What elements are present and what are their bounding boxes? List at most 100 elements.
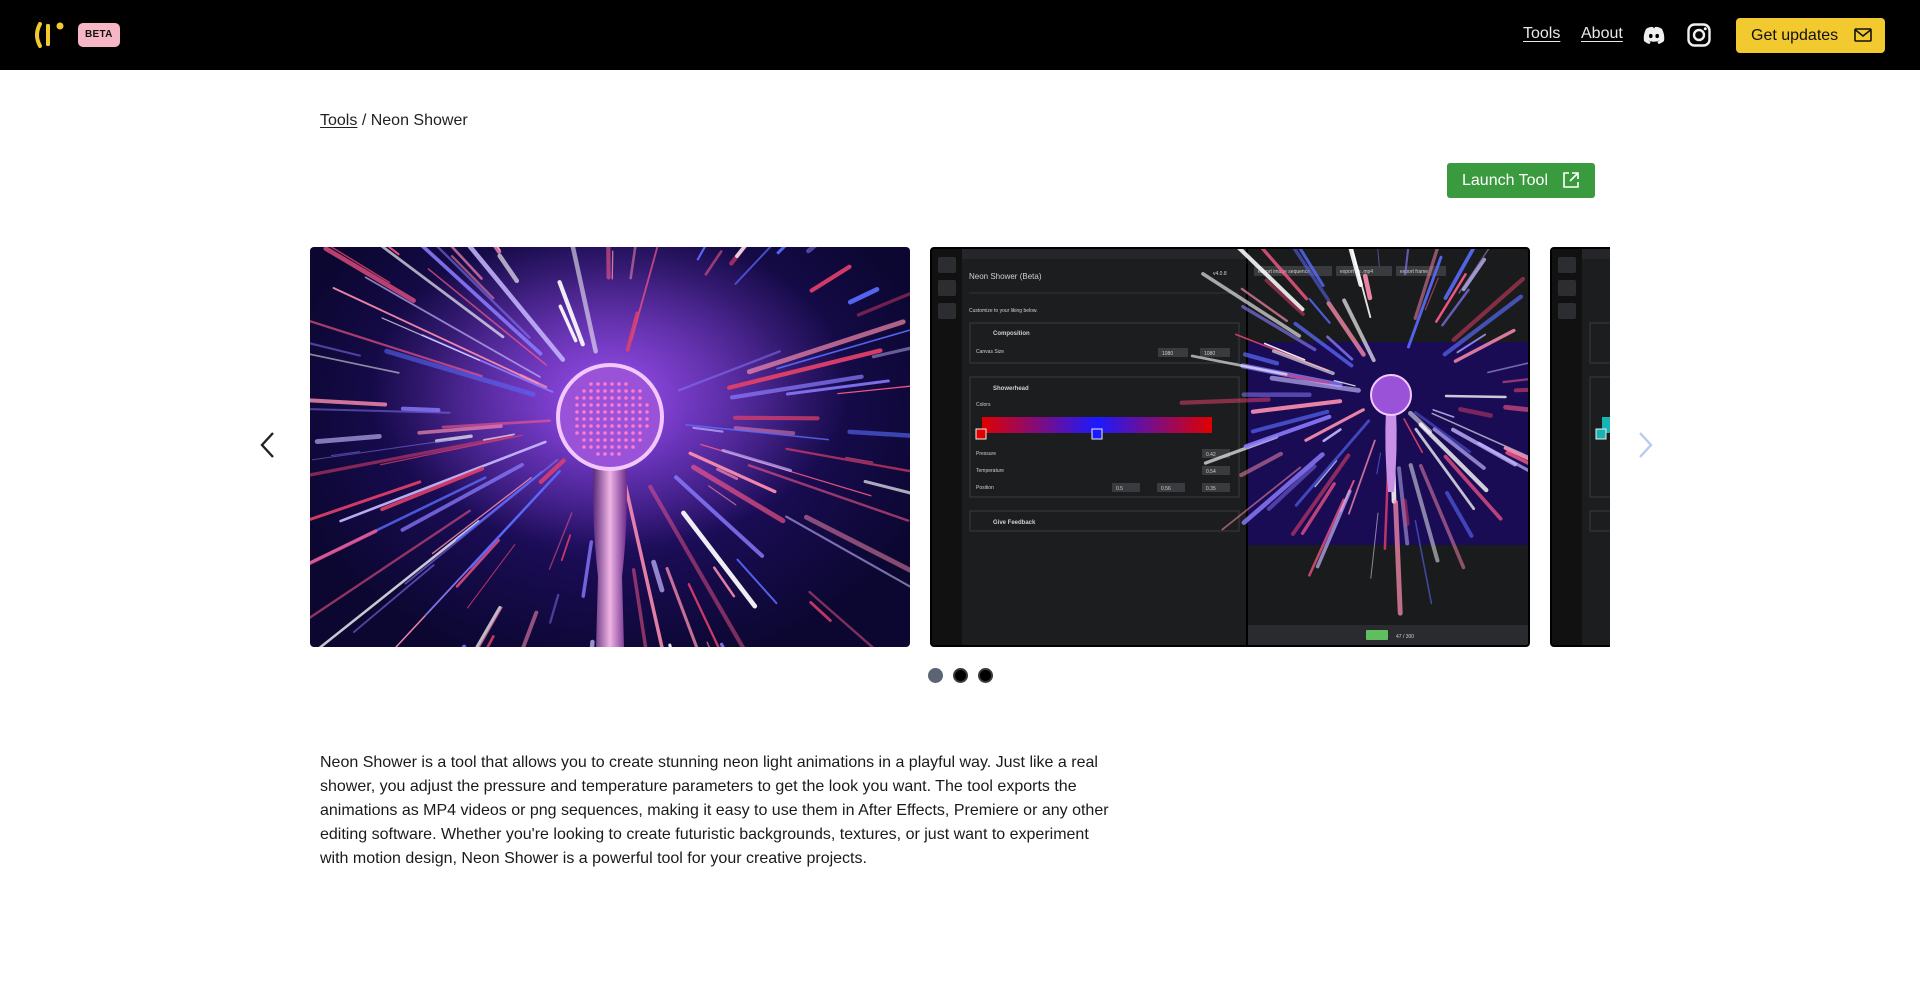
neon-ray	[1444, 394, 1507, 399]
neon-ray	[1513, 387, 1528, 393]
nozzle-dot	[610, 396, 614, 400]
mock-app-subtitle: Customize to your liking below.	[969, 308, 1038, 314]
launch-tool-button[interactable]: Launch Tool	[1447, 163, 1595, 198]
nozzle-dot	[596, 445, 600, 449]
nozzle-dot	[617, 382, 621, 386]
nozzle-dot	[575, 424, 579, 428]
nozzle-dot	[624, 403, 628, 407]
mock-position-label: Position	[976, 485, 994, 491]
nozzle-dot	[631, 438, 635, 442]
nozzle-dot	[617, 417, 621, 421]
nozzle-dot	[617, 452, 621, 456]
breadcrumb-separator: /	[361, 112, 367, 129]
nozzle-dot	[596, 389, 600, 393]
nozzle-dot	[603, 389, 607, 393]
nozzle-dot	[575, 410, 579, 414]
carousel-next-arrow-icon[interactable]	[1635, 430, 1655, 460]
nozzle-dot	[610, 403, 614, 407]
tool-description: Neon Shower is a tool that allows you to…	[320, 754, 1109, 867]
nozzle-dot	[624, 424, 628, 428]
nozzle-dot	[631, 417, 635, 421]
mock-pressure-value: 0.42	[1206, 452, 1216, 458]
beta-badge: BETA	[78, 23, 120, 47]
nozzle-dot	[617, 389, 621, 393]
nozzle-dot	[631, 445, 635, 449]
instagram-icon[interactable]	[1686, 22, 1712, 48]
nozzle-dot	[631, 424, 635, 428]
nozzle-dot	[610, 410, 614, 414]
nozzle-dot	[582, 445, 586, 449]
nozzle-dot	[645, 417, 649, 421]
get-updates-label: Get updates	[1751, 27, 1839, 44]
nozzle-dot	[631, 389, 635, 393]
nozzle-dot	[617, 424, 621, 428]
nozzle-dot	[638, 424, 642, 428]
nozzle-dot	[645, 403, 649, 407]
nozzle-dot	[589, 389, 593, 393]
nozzle-dot	[638, 417, 642, 421]
neon-ray	[733, 415, 820, 421]
nav-link-about[interactable]: About	[1581, 25, 1623, 43]
nozzle-dot	[589, 438, 593, 442]
neon-shower-artwork-image	[310, 247, 910, 647]
neon-ray	[606, 247, 611, 280]
nozzle-dot	[582, 403, 586, 407]
logo-icon[interactable]	[32, 20, 68, 50]
nozzle-dot	[589, 431, 593, 435]
nozzle-dot	[589, 382, 593, 386]
nozzle-dot	[624, 382, 628, 386]
carousel-slide-artwork	[310, 247, 910, 647]
carousel-prev-arrow-icon[interactable]	[258, 430, 278, 460]
nozzle-dot	[617, 403, 621, 407]
nozzle-dot	[645, 410, 649, 414]
nozzle-dot	[589, 403, 593, 407]
image-carousel[interactable]: Neon Shower (Beta) v4.0.8 Customize to y…	[310, 247, 1610, 647]
nozzle-dot	[582, 431, 586, 435]
nozzle-dot	[596, 382, 600, 386]
breadcrumb-link-tools[interactable]: Tools	[320, 112, 357, 129]
nozzle-dot	[610, 382, 614, 386]
mock-position-z: 0.35	[1206, 486, 1216, 492]
nozzle-dot	[582, 396, 586, 400]
neon-ray	[400, 406, 441, 413]
nozzle-dot	[596, 431, 600, 435]
nozzle-dot	[631, 410, 635, 414]
mock-colors-label: Colors	[976, 402, 991, 408]
mock-temperature-value: 0.54	[1206, 469, 1216, 475]
nozzle-dot	[596, 403, 600, 407]
get-updates-button[interactable]: Get updates	[1736, 18, 1885, 53]
nozzle-dot	[617, 438, 621, 442]
nozzle-dot	[589, 445, 593, 449]
nozzle-dot	[596, 410, 600, 414]
nozzle-dot	[638, 431, 642, 435]
nozzle-dot	[638, 438, 642, 442]
mail-icon	[1854, 28, 1872, 42]
breadcrumb-current: Neon Shower	[370, 112, 468, 129]
top-nav: BETA Tools About Get updates	[0, 0, 1920, 70]
carousel-dot-3[interactable]	[978, 668, 993, 683]
launch-tool-label: Launch Tool	[1462, 172, 1548, 189]
mock-section-showerhead: Showerhead	[993, 386, 1029, 392]
carousel-dot-1[interactable]	[928, 668, 943, 683]
nozzle-dot	[582, 438, 586, 442]
nozzle-dot	[603, 445, 607, 449]
nav-link-tools[interactable]: Tools	[1523, 25, 1560, 43]
nozzle-dot	[617, 410, 621, 414]
nozzle-dot	[596, 452, 600, 456]
nozzle-dot	[575, 396, 579, 400]
mock-app-title: Neon Shower (Beta)	[969, 272, 1042, 281]
app-screenshot-image-2	[1552, 249, 1610, 645]
discord-icon[interactable]	[1641, 22, 1667, 48]
nozzle-dot	[617, 396, 621, 400]
carousel-slide-app-screenshot-2	[1550, 247, 1610, 647]
nozzle-dot	[589, 417, 593, 421]
nozzle-dot	[575, 417, 579, 421]
carousel-dot-2[interactable]	[953, 668, 968, 683]
mock-app-version: v4.0.8	[1213, 271, 1227, 277]
nozzle-dot	[589, 396, 593, 400]
nozzle-dot	[610, 431, 614, 435]
nozzle-dot	[638, 410, 642, 414]
nozzle-dot	[638, 396, 642, 400]
nozzle-dot	[582, 389, 586, 393]
nozzle-dot	[624, 396, 628, 400]
